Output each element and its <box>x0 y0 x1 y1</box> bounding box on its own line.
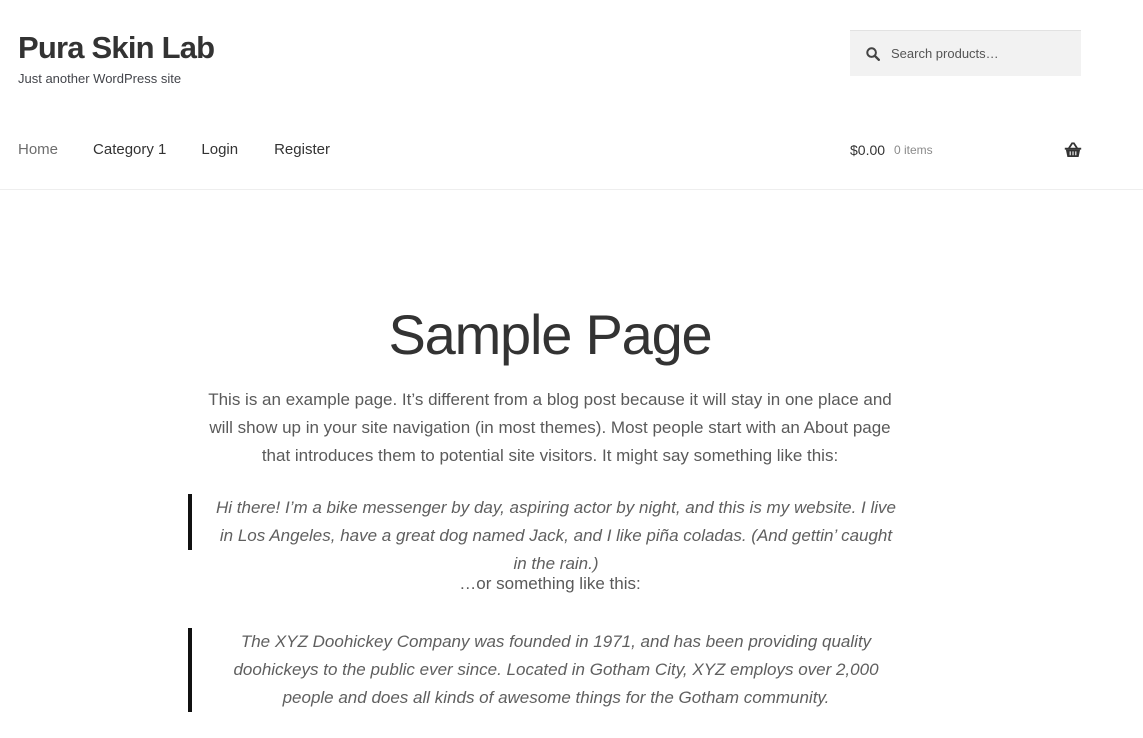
site-header: Pura Skin Lab Just another WordPress sit… <box>0 0 1143 190</box>
page-title: Sample Page <box>388 303 712 366</box>
nav-item-register[interactable]: Register <box>274 141 330 158</box>
nav-item-home[interactable]: Home <box>18 141 58 158</box>
or-text: …or something like this: <box>459 574 641 593</box>
cart-count: 0 items <box>894 143 933 157</box>
site-title[interactable]: Pura Skin Lab <box>18 30 215 66</box>
blockquote-bike-messenger: Hi there! I’m a bike messenger by day, a… <box>188 494 910 573</box>
primary-navigation: Home Category 1 Login Register <box>18 141 330 158</box>
site-tagline: Just another WordPress site <box>18 71 182 86</box>
search-box[interactable] <box>850 30 1081 76</box>
basket-icon <box>1064 142 1082 157</box>
cart-amount: $0.00 <box>850 142 886 158</box>
search-icon <box>866 46 880 61</box>
blockquote-doohickey-company: The XYZ Doohickey Company was founded in… <box>188 628 910 712</box>
intro-paragraph: This is an example page. It’s different … <box>208 390 892 465</box>
cart-link[interactable]: $0.00 0 items <box>850 142 1082 162</box>
search-input[interactable] <box>889 45 1069 62</box>
nav-item-login[interactable]: Login <box>201 141 238 158</box>
nav-item-category-1[interactable]: Category 1 <box>93 141 166 158</box>
